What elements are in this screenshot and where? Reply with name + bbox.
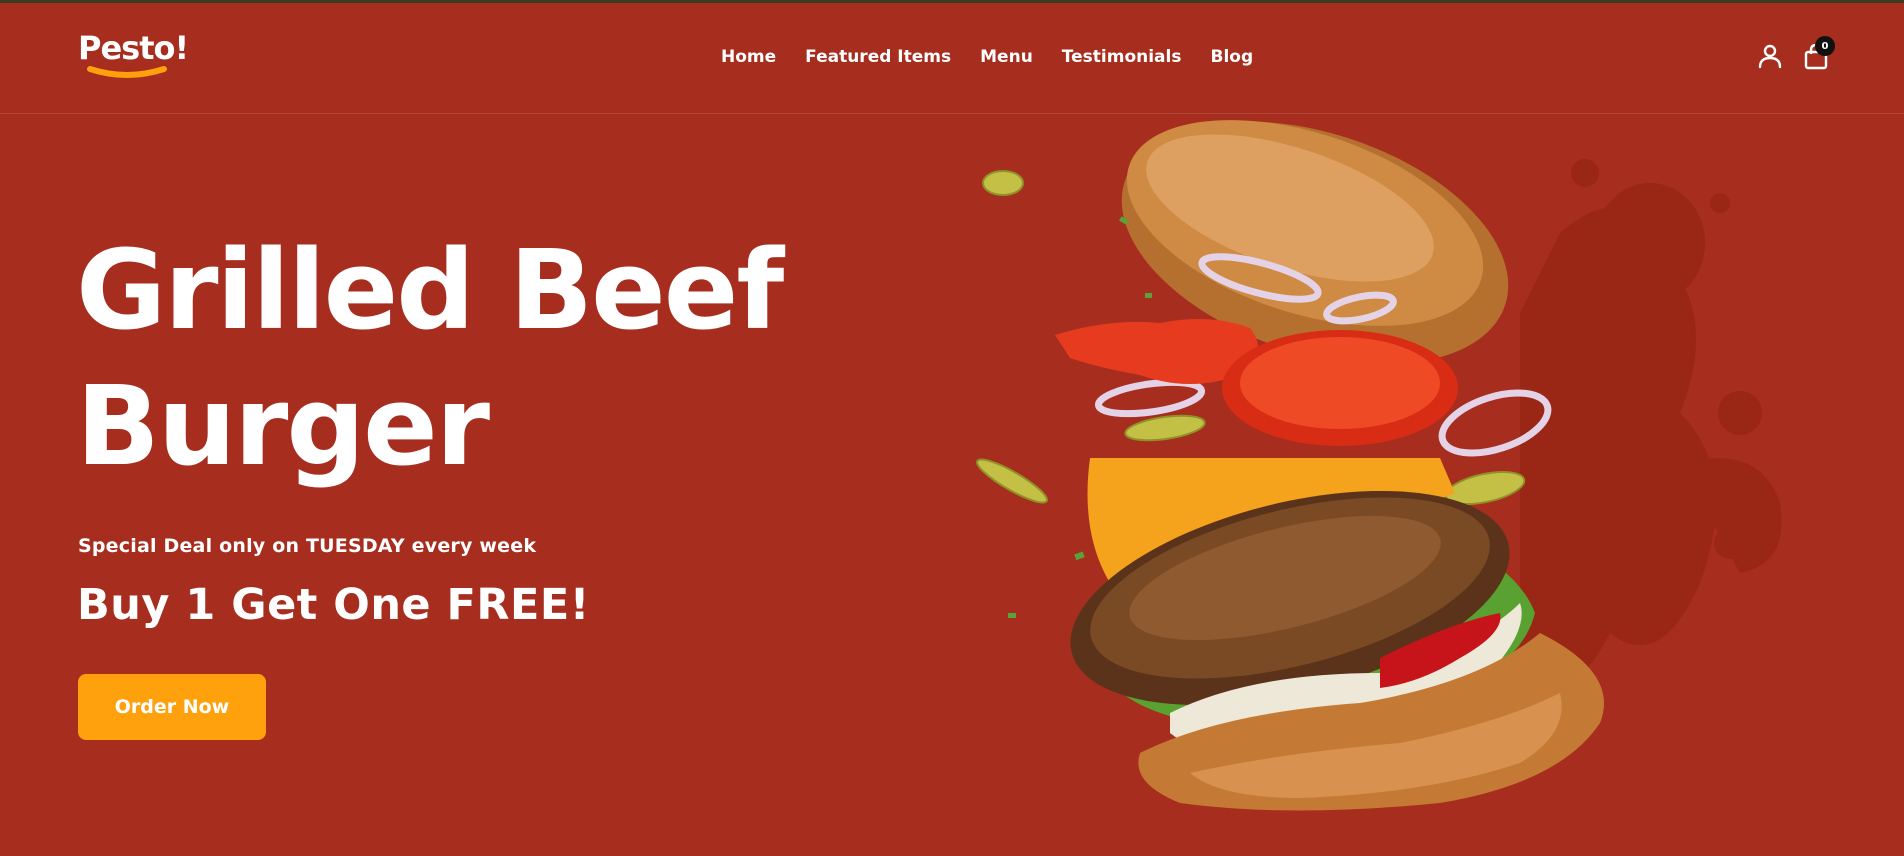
user-icon[interactable] <box>1757 43 1783 69</box>
order-now-button[interactable]: Order Now <box>78 674 266 740</box>
main-nav: Home Featured Items Menu Testimonials Bl… <box>721 47 1253 67</box>
nav-item-blog[interactable]: Blog <box>1210 47 1253 67</box>
sauce-splash <box>1520 159 1782 687</box>
nav-item-home[interactable]: Home <box>721 47 776 67</box>
deal-text: Special Deal only on TUESDAY every week <box>78 535 537 557</box>
cart-count-badge: 0 <box>1815 36 1835 56</box>
offer-text: Buy 1 Get One FREE! <box>77 580 590 630</box>
site-header: Pesto! Home Featured Items Menu Testimon… <box>0 3 1904 114</box>
logo-smile-icon <box>87 66 167 78</box>
logo[interactable]: Pesto! <box>78 29 189 81</box>
hero-title-line-1: Grilled Beef <box>76 226 784 354</box>
hero-title-line-2: Burger <box>76 362 490 490</box>
nav-item-menu[interactable]: Menu <box>980 47 1033 67</box>
logo-text: Pesto! <box>78 29 189 67</box>
nav-item-testimonials[interactable]: Testimonials <box>1062 47 1182 67</box>
nav-item-featured-items[interactable]: Featured Items <box>805 47 951 67</box>
hero-title: Grilled Beef Burger <box>76 222 836 494</box>
burger-illustration <box>976 120 1782 811</box>
